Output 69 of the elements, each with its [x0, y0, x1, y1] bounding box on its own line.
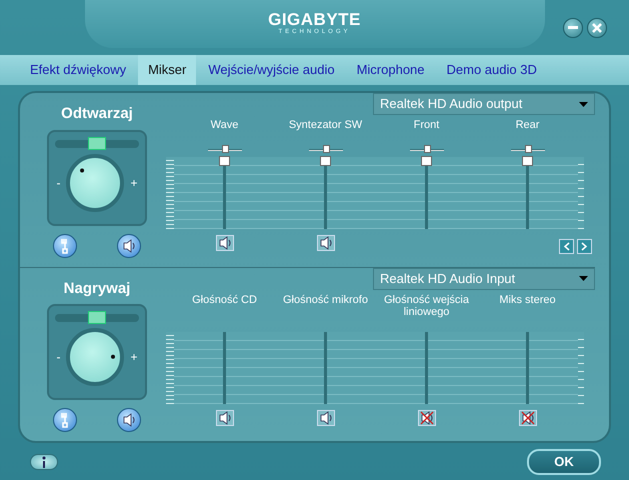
dropdown-arrow-icon [579, 276, 588, 281]
settings-button[interactable] [53, 234, 77, 258]
channel-label: Wave [210, 118, 240, 133]
channel-label: Głośność wejścia liniowego [383, 292, 470, 318]
channel-label: Głośność CD [191, 292, 258, 308]
dropdown-arrow-icon [579, 102, 588, 106]
balance-slider[interactable] [55, 314, 139, 322]
scroll-left-button[interactable] [559, 238, 574, 254]
minus-label: - [56, 349, 60, 366]
speaker-icon [122, 238, 136, 254]
level-scale [578, 157, 584, 229]
minimize-icon [568, 26, 578, 30]
ok-button[interactable]: OK [527, 448, 601, 474]
minimize-button[interactable] [563, 18, 583, 38]
device-name: Realtek HD Audio output [380, 95, 522, 114]
mute-all-button[interactable] [117, 234, 141, 258]
level-scale [166, 157, 174, 229]
tab[interactable]: Mikser [138, 55, 196, 85]
logo-text: GIGABYTE [268, 11, 361, 28]
muted-speaker-icon [520, 410, 534, 426]
section-title: Nagrywaj [64, 278, 130, 298]
speaker-icon [218, 410, 232, 426]
close-button[interactable] [587, 18, 607, 38]
mute-button[interactable] [418, 410, 436, 426]
mute-button[interactable] [316, 410, 334, 426]
settings-button[interactable] [53, 408, 77, 432]
info-button[interactable] [30, 454, 58, 470]
channel-label: Głośność mikrofo [282, 292, 369, 308]
tab[interactable]: Microphone [346, 55, 435, 85]
tab[interactable]: Wejście/wyjście audio [198, 55, 345, 85]
tab[interactable]: Efekt dźwiękowy [20, 55, 136, 85]
balance-slider[interactable] [55, 140, 139, 148]
channel-label: Rear [514, 118, 540, 133]
chevron-left-icon [563, 242, 570, 250]
scroll-right-button[interactable] [577, 238, 592, 254]
close-icon [592, 23, 602, 33]
speaker-icon [218, 235, 232, 251]
wrench-icon [59, 238, 71, 254]
balance-thumb[interactable] [322, 145, 330, 153]
fader-thumb[interactable] [522, 156, 533, 166]
plus-label: + [130, 174, 138, 192]
mute-all-button[interactable] [117, 408, 141, 432]
fader-thumb[interactable] [421, 156, 432, 166]
mute-button[interactable] [216, 235, 234, 251]
balance-thumb[interactable] [424, 145, 430, 153]
muted-speaker-icon [420, 410, 434, 426]
balance-thumb[interactable] [88, 136, 106, 150]
balance-thumb[interactable] [524, 145, 532, 153]
fader-thumb[interactable] [320, 156, 331, 166]
channel-label: Miks stereo [498, 292, 557, 308]
chevron-right-icon [581, 242, 588, 250]
mute-button[interactable] [216, 410, 234, 426]
speaker-icon [318, 235, 332, 251]
device-name: Realtek HD Audio Input [380, 270, 516, 288]
info-icon [40, 456, 48, 468]
section-title: Odtwarzaj [61, 104, 133, 124]
channel-label: Syntezator SW [288, 118, 364, 133]
speaker-icon [318, 410, 332, 426]
speaker-icon [122, 412, 136, 428]
mute-button[interactable] [316, 235, 334, 251]
plus-label: + [130, 349, 138, 366]
minus-label: - [56, 174, 60, 192]
balance-thumb[interactable] [88, 311, 106, 324]
wrench-icon [59, 412, 71, 428]
balance-thumb[interactable] [222, 145, 228, 153]
mute-button[interactable] [518, 410, 536, 426]
channel-label: Front [412, 118, 440, 133]
fader-thumb[interactable] [219, 156, 230, 166]
tab[interactable]: Demo audio 3D [436, 55, 547, 85]
